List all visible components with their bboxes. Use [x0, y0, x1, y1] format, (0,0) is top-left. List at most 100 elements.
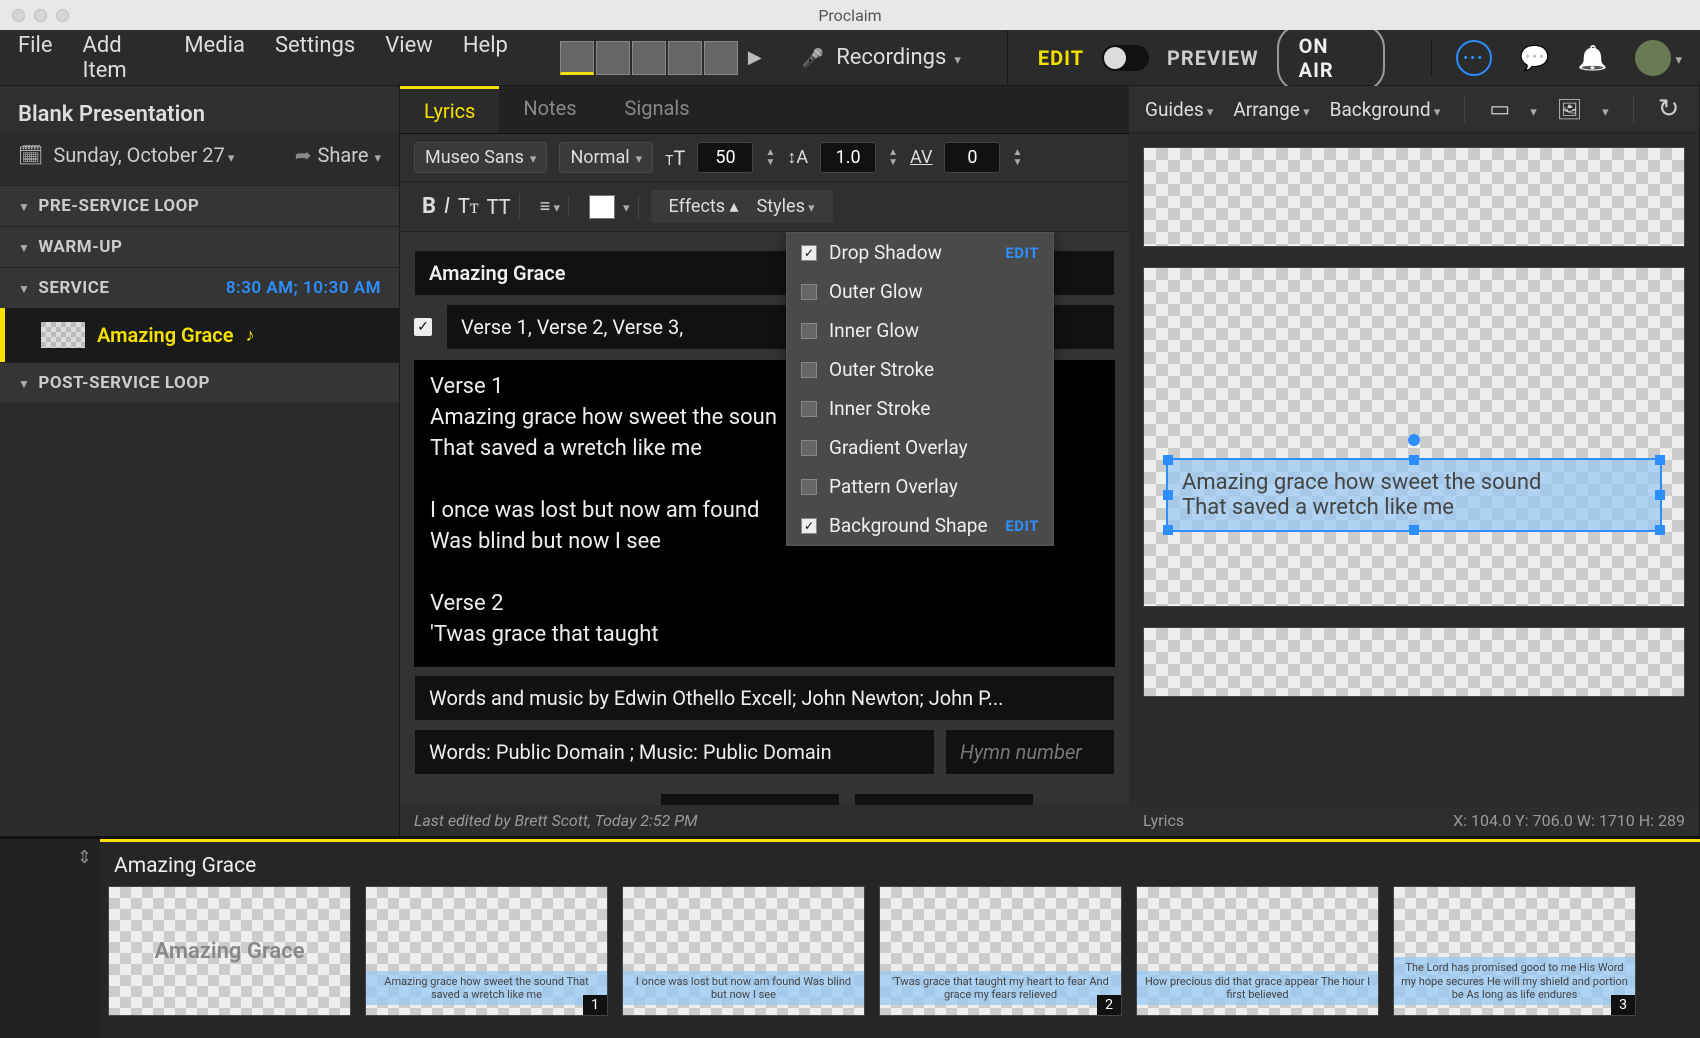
format-toolbar: B I Tᴛ TT ≡ Effects ▴ S	[400, 182, 1129, 232]
user-menu[interactable]	[1635, 40, 1682, 76]
refresh-icon[interactable]	[1658, 94, 1680, 124]
chat-icon[interactable]	[1520, 44, 1550, 72]
arrange-dropdown[interactable]: Arrange	[1233, 98, 1309, 121]
stepper[interactable]: ▲▼	[888, 148, 898, 168]
selected-textbox[interactable]: Amazing grace how sweet the sound That s…	[1166, 458, 1662, 532]
slide-thumbnail[interactable]: The Lord has promised good to me His Wor…	[1393, 886, 1636, 1016]
on-air-button[interactable]: ON AIR	[1277, 24, 1385, 92]
image-tool-icon[interactable]	[1557, 97, 1582, 121]
resize-handle[interactable]	[1163, 525, 1173, 535]
recordings-dropdown[interactable]: Recordings	[788, 45, 975, 70]
tab-signals[interactable]: Signals	[601, 86, 714, 133]
edit-link[interactable]: EDIT	[1005, 517, 1039, 535]
avatar[interactable]	[596, 41, 630, 75]
stepper[interactable]: ▲▼	[1012, 148, 1022, 168]
menu-file[interactable]: File	[18, 33, 53, 83]
font-size-input[interactable]	[697, 142, 753, 173]
hymn-number-field[interactable]: Hymn number	[945, 729, 1115, 775]
window-controls[interactable]	[12, 9, 69, 22]
menu-add-item[interactable]: Add Item	[83, 33, 155, 83]
italic-button[interactable]: I	[444, 194, 450, 219]
section-postservice[interactable]: POST-SERVICE LOOP	[0, 362, 399, 403]
tab-lyrics[interactable]: Lyrics	[400, 86, 499, 133]
effect-background-shape[interactable]: ✓Background ShapeEDIT	[787, 506, 1053, 545]
text-color-swatch[interactable]	[589, 195, 615, 219]
coords-readout: X: 104.0 Y: 706.0 W: 1710 H: 289	[1453, 811, 1685, 830]
copyright-field[interactable]: Words: Public Domain ; Music: Public Dom…	[414, 729, 935, 775]
presentation-title[interactable]: Blank Presentation	[0, 86, 399, 133]
slide-preview[interactable]	[1143, 627, 1685, 697]
notifications-icon[interactable]	[1578, 44, 1608, 72]
resize-handle[interactable]	[1655, 490, 1665, 500]
align-button[interactable]: ≡	[540, 196, 560, 217]
resize-handle[interactable]	[1163, 455, 1173, 465]
window-titlebar: Proclaim	[0, 0, 1700, 30]
slide-thumbnail[interactable]: Amazing grace how sweet the sound That s…	[365, 886, 608, 1016]
small-caps-button[interactable]: Tᴛ	[458, 194, 479, 219]
slide-preview-current[interactable]: Amazing grace how sweet the sound That s…	[1143, 267, 1685, 607]
slide-preview[interactable]	[1143, 147, 1685, 247]
credits-field[interactable]: Words and music by Edwin Othello Excell;…	[414, 675, 1115, 721]
timeline-song-label: Amazing Grace	[114, 854, 1692, 878]
bold-button[interactable]: B	[422, 194, 436, 219]
mode-preview-label: PREVIEW	[1167, 46, 1259, 70]
resize-handle[interactable]	[1409, 525, 1419, 535]
slide-thumbnail[interactable]: 'Twas grace that taught my heart to fear…	[879, 886, 1122, 1016]
line-height-icon: ↕A	[787, 147, 808, 168]
all-caps-button[interactable]: TT	[487, 195, 511, 219]
avatar[interactable]	[560, 41, 594, 75]
sidebar-item-song[interactable]: Amazing Grace ♪	[0, 308, 399, 362]
resize-handle[interactable]	[1655, 455, 1665, 465]
tracking-input[interactable]	[944, 142, 1000, 173]
effect-outer-stroke[interactable]: Outer Stroke	[787, 350, 1053, 389]
section-preservice[interactable]: PRE-SERVICE LOOP	[0, 185, 399, 226]
timeline-left-gutter: ⇕	[0, 839, 100, 1038]
section-service[interactable]: SERVICE8:30 AM; 10:30 AM	[0, 267, 399, 308]
effect-gradient-overlay[interactable]: Gradient Overlay	[787, 428, 1053, 467]
expand-icon[interactable]: ⇕	[77, 847, 92, 868]
slide-thumbnail[interactable]: I once was lost but now am found Was bli…	[622, 886, 865, 1016]
chevron-down-icon	[954, 45, 961, 70]
font-weight-select[interactable]: Normal	[559, 142, 653, 173]
menu-media[interactable]: Media	[184, 33, 245, 83]
font-family-select[interactable]: Museo Sans	[414, 142, 547, 173]
guides-dropdown[interactable]: Guides	[1145, 98, 1213, 121]
avatar[interactable]	[632, 41, 666, 75]
menu-view[interactable]: View	[385, 33, 433, 83]
edit-preview-toggle[interactable]	[1102, 45, 1149, 71]
resize-handle[interactable]	[1409, 455, 1419, 465]
slide-thumbnail[interactable]: Amazing Grace	[108, 886, 351, 1016]
resize-handle[interactable]	[1163, 490, 1173, 500]
background-dropdown[interactable]: Background	[1330, 98, 1441, 121]
line-height-input[interactable]	[820, 142, 876, 173]
avatar[interactable]	[668, 41, 702, 75]
textbox-tool-icon[interactable]	[1489, 97, 1510, 122]
ccli-number-1[interactable]: 3234509	[660, 793, 840, 805]
editor-tabs: Lyrics Notes Signals	[400, 86, 1129, 134]
tab-notes[interactable]: Notes	[499, 86, 600, 133]
avatar[interactable]	[704, 41, 738, 75]
section-warmup[interactable]: WARM-UP	[0, 226, 399, 267]
more-menu-icon[interactable]: •••	[1456, 40, 1492, 76]
effect-outer-glow[interactable]: Outer Glow	[787, 272, 1053, 311]
rotate-handle[interactable]	[1408, 434, 1420, 446]
play-icon[interactable]: ▶	[748, 47, 762, 68]
presentation-date[interactable]: Sunday, October 27	[53, 143, 234, 167]
menu-settings[interactable]: Settings	[275, 33, 355, 83]
stepper[interactable]: ▲▼	[765, 148, 775, 168]
menu-help[interactable]: Help	[463, 33, 508, 83]
mic-icon	[802, 45, 828, 70]
user-avatar	[1635, 40, 1671, 76]
edit-link[interactable]: EDIT	[1005, 244, 1039, 262]
effect-inner-stroke[interactable]: Inner Stroke	[787, 389, 1053, 428]
effects-dropdown-trigger[interactable]: Effects ▴	[669, 196, 739, 217]
resize-handle[interactable]	[1655, 525, 1665, 535]
ccli-number-2[interactable]: 22025	[854, 793, 1034, 805]
effect-inner-glow[interactable]: Inner Glow	[787, 311, 1053, 350]
styles-dropdown-trigger[interactable]: Styles	[757, 196, 815, 217]
slide-thumbnail[interactable]: How precious did that grace appear The h…	[1136, 886, 1379, 1016]
effect-drop-shadow[interactable]: ✓Drop ShadowEDIT	[787, 233, 1053, 272]
share-button[interactable]: Share	[295, 143, 381, 167]
order-checkbox[interactable]: ✓	[414, 318, 432, 336]
effect-pattern-overlay[interactable]: Pattern Overlay	[787, 467, 1053, 506]
